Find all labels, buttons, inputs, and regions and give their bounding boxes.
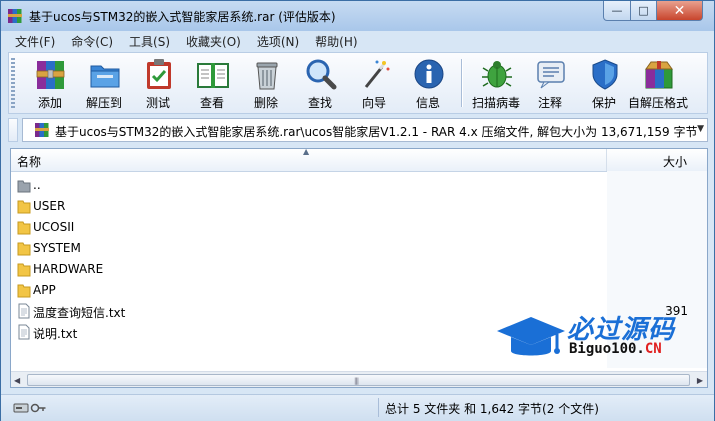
status-divider xyxy=(378,398,379,417)
scrollbar-thumb[interactable]: ||| xyxy=(27,374,690,386)
column-header: 名称 ▲ 大小 xyxy=(11,149,707,172)
list-item-name: USER xyxy=(33,199,66,213)
watermark: 必过源码 Biguo100.CN xyxy=(495,309,695,369)
shield-icon xyxy=(592,59,618,90)
chevron-down-icon[interactable]: ▼ xyxy=(697,124,704,134)
menu-bar: 文件(F) 命令(C) 工具(S) 收藏夹(O) 选项(N) 帮助(H) xyxy=(7,31,366,51)
drive-key-icon[interactable] xyxy=(13,401,47,415)
test-button[interactable]: 测试 xyxy=(131,55,185,111)
scroll-right-icon[interactable]: ▶ xyxy=(697,376,703,385)
wizard-button[interactable]: 向导 xyxy=(347,55,401,111)
list-item-name: SYSTEM xyxy=(33,241,81,255)
graduation-cap-icon xyxy=(497,317,565,356)
list-item-name: UCOSII xyxy=(33,220,75,234)
address-bar[interactable]: 基于ucos与STM32的嵌入式智能家居系统.rar\ucos智能家居V1.2.… xyxy=(22,118,708,142)
info-button[interactable]: 信息 xyxy=(401,55,455,111)
add-button[interactable]: 添加 xyxy=(23,55,77,111)
comment-button[interactable]: 注释 xyxy=(523,55,577,111)
horizontal-scrollbar[interactable]: ◀ ||| ▶ xyxy=(11,371,707,387)
wizard-wand-icon xyxy=(364,60,390,88)
protect-button[interactable]: 保护 xyxy=(577,55,631,111)
folder-icon xyxy=(17,263,31,277)
up-folder-icon xyxy=(17,180,31,193)
column-divider[interactable] xyxy=(606,149,607,171)
winrar-window: 基于ucos与STM32的嵌入式智能家居系统.rar (评估版本) — □ ✕ … xyxy=(0,0,715,421)
menu-commands[interactable]: 命令(C) xyxy=(63,31,121,51)
sfx-label: 自解压格式 xyxy=(627,96,688,110)
list-item-name: 温度查询短信.txt xyxy=(33,306,126,320)
view-book-icon xyxy=(197,63,229,88)
title-bar[interactable]: 基于ucos与STM32的嵌入式智能家居系统.rar (评估版本) — □ ✕ xyxy=(1,1,714,31)
folder-icon xyxy=(17,242,31,256)
list-item-parent[interactable]: .. xyxy=(11,175,607,195)
menu-help[interactable]: 帮助(H) xyxy=(307,31,365,51)
trash-icon xyxy=(256,62,278,90)
add-archive-icon xyxy=(36,61,65,89)
text-file-icon xyxy=(18,303,30,319)
scan-virus-button[interactable]: 扫描病毒 xyxy=(469,55,523,111)
close-icon: ✕ xyxy=(673,2,686,19)
folder-icon xyxy=(17,200,31,214)
menu-options[interactable]: 选项(N) xyxy=(249,31,307,51)
list-item-folder[interactable]: APP xyxy=(11,280,607,300)
minimize-button[interactable]: — xyxy=(603,1,631,21)
sfx-button[interactable]: 自解压格式 xyxy=(628,55,688,111)
list-item-folder[interactable]: SYSTEM xyxy=(11,238,607,258)
text-file-icon xyxy=(18,324,30,340)
list-item-name: HARDWARE xyxy=(33,262,104,276)
sfx-box-icon xyxy=(645,61,673,89)
comment-icon xyxy=(537,61,565,89)
scroll-left-icon[interactable]: ◀ xyxy=(14,376,20,385)
maximize-button[interactable]: □ xyxy=(630,1,657,21)
list-item-folder[interactable]: USER xyxy=(11,196,607,216)
toolbar-grip[interactable] xyxy=(11,58,15,108)
scrollbar-grip-icon: ||| xyxy=(354,377,359,385)
list-item-name: .. xyxy=(33,178,41,192)
maximize-icon: □ xyxy=(638,4,649,17)
folder-icon xyxy=(17,284,31,298)
bug-icon xyxy=(482,61,512,88)
window-title: 基于ucos与STM32的嵌入式智能家居系统.rar (评估版本) xyxy=(29,10,336,24)
watermark-en-suffix: CN xyxy=(644,341,662,357)
list-item-name: APP xyxy=(33,283,56,297)
status-bar: 总计 5 文件夹 和 1,642 字节(2 个文件) xyxy=(1,394,714,421)
delete-button[interactable]: 删除 xyxy=(239,55,293,111)
menu-favorites[interactable]: 收藏夹(O) xyxy=(178,31,249,51)
watermark-en-prefix: Biguo100. xyxy=(569,341,645,357)
magnifier-icon xyxy=(306,59,337,90)
extract-folder-icon xyxy=(90,65,120,88)
list-item-name: 说明.txt xyxy=(33,327,78,341)
test-clipboard-icon xyxy=(147,59,171,89)
address-grip[interactable] xyxy=(8,118,18,142)
archive-icon xyxy=(35,123,49,137)
find-button[interactable]: 查找 xyxy=(293,55,347,111)
address-path: 基于ucos与STM32的嵌入式智能家居系统.rar\ucos智能家居V1.2.… xyxy=(55,125,698,139)
list-item-folder[interactable]: HARDWARE xyxy=(11,259,607,279)
column-size-header[interactable]: 大小 xyxy=(663,153,687,170)
minimize-icon: — xyxy=(611,4,623,17)
column-name-header[interactable]: 名称 xyxy=(17,153,41,170)
menu-tools[interactable]: 工具(S) xyxy=(121,31,178,51)
winrar-app-icon[interactable] xyxy=(7,8,23,24)
folder-icon xyxy=(17,221,31,235)
info-icon xyxy=(414,59,444,89)
status-summary: 总计 5 文件夹 和 1,642 字节(2 个文件) xyxy=(385,402,599,416)
close-button[interactable]: ✕ xyxy=(656,1,703,21)
toolbar: 添加 解压到 测试 查看 删除 查找 向导 信息 扫描病毒 注释 保护 自解压格… xyxy=(8,52,708,114)
extract-to-button[interactable]: 解压到 xyxy=(77,55,131,111)
menu-file[interactable]: 文件(F) xyxy=(7,31,63,51)
info-label: 信息 xyxy=(415,96,440,110)
sort-arrow-icon: ▲ xyxy=(303,148,310,156)
list-item-folder[interactable]: UCOSII xyxy=(11,217,607,237)
watermark-english: Biguo100.CN xyxy=(569,341,662,357)
view-button[interactable]: 查看 xyxy=(185,55,239,111)
